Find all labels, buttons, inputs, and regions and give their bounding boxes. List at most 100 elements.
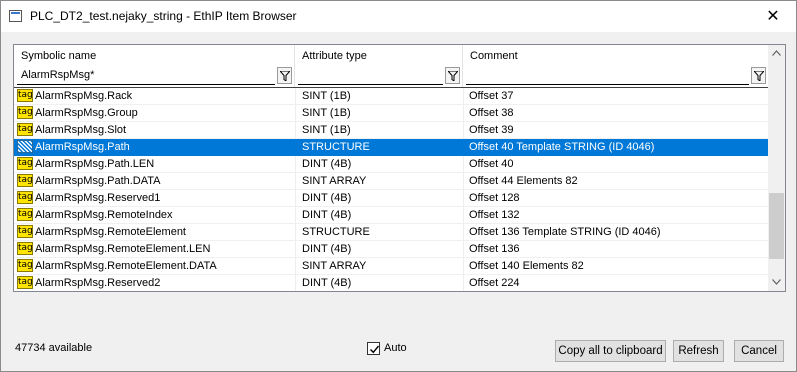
grid-header: Symbolic name AlarmRspMsg* Attribute typ… [14,45,768,88]
tag-icon: tag [17,89,33,102]
checkmark-icon [370,345,380,354]
cell-comment: Offset 128 [469,192,520,204]
close-button[interactable]: ✕ [750,1,796,32]
column-header-symbolic-name[interactable]: Symbolic name AlarmRspMsg* [14,45,295,87]
tag-name: AlarmRspMsg.Reserved2 [35,277,161,289]
table-row[interactable]: tag AlarmRspMsg.Slot SINT (1B) Offset 39 [14,122,768,139]
cell-attribute-type: DINT (4B) [302,243,352,255]
cell-attribute-type: STRUCTURE [302,141,370,153]
refresh-button[interactable]: Refresh [673,340,724,362]
tag-icon: tag [17,174,33,187]
tag-name: AlarmRspMsg.Path [35,141,130,153]
window-icon [9,10,22,22]
scroll-up-button[interactable] [768,45,785,62]
filter-funnel-icon [448,71,458,81]
cell-comment: Offset 224 [469,277,520,289]
table-row[interactable]: tag AlarmRspMsg.RemoteElement.DATA SINT AR… [14,258,768,275]
tag-icon: tag [17,191,33,204]
vertical-scrollbar[interactable] [768,45,785,291]
cell-attribute-type: SINT (1B) [302,107,351,119]
table-row[interactable]: tag AlarmRspMsg.Reserved2 DINT (4B) Offset … [14,275,768,291]
cell-symbolic-name: AlarmRspMsg.Path [17,139,297,156]
cell-attribute-type: SINT (1B) [302,90,351,102]
available-count: 47734 available [15,342,93,354]
cell-symbolic-name: tag AlarmRspMsg.Reserved1 [17,190,297,207]
filter-underline [17,84,275,85]
tag-name: AlarmRspMsg.RemoteElement.LEN [35,243,211,255]
cell-symbolic-name: tag AlarmRspMsg.Rack [17,88,297,105]
table-row[interactable]: tag AlarmRspMsg.RemoteElement.LEN DINT (4B… [14,241,768,258]
table-row[interactable]: tag AlarmRspMsg.Reserved1 DINT (4B) Offset … [14,190,768,207]
cell-attribute-type: STRUCTURE [302,226,370,238]
items-grid: Symbolic name AlarmRspMsg* Attribute typ… [13,44,786,292]
filter-underline [298,84,443,85]
tag-name: AlarmRspMsg.Reserved1 [35,192,161,204]
cell-symbolic-name: tag AlarmRspMsg.Slot [17,122,297,139]
tag-name: AlarmRspMsg.RemoteIndex [35,209,173,221]
title-bar[interactable]: PLC_DT2_test.nejaky_string - EthIP Item … [1,1,796,32]
tag-name: AlarmRspMsg.Group [35,107,138,119]
copy-all-button[interactable]: Copy all to clipboard [555,340,666,362]
tag-icon: tag [17,225,33,238]
cancel-button[interactable]: Cancel [734,340,784,362]
tag-icon: tag [17,276,33,289]
comment-filter-button[interactable] [751,67,766,84]
tag-icon: tag [17,123,33,136]
scroll-down-button[interactable] [768,274,785,291]
tag-name: AlarmRspMsg.Path.LEN [35,158,155,170]
column-label-symbolic-name: Symbolic name [21,50,97,62]
cell-comment: Offset 136 Template STRING (ID 4046) [469,226,661,238]
cell-attribute-type: DINT (4B) [302,209,352,221]
table-row[interactable]: tag AlarmRspMsg.RemoteElement STRUCTURE Off… [14,224,768,241]
cell-attribute-type: DINT (4B) [302,158,352,170]
cell-symbolic-name: tag AlarmRspMsg.RemoteElement.LEN [17,241,297,258]
symbolic-name-filter-button[interactable] [277,67,292,84]
scrollbar-thumb[interactable] [769,193,784,259]
auto-label: Auto [384,342,407,354]
structure-icon [17,140,33,153]
filter-funnel-icon [280,71,290,81]
table-row[interactable]: tag AlarmRspMsg.Path.LEN DINT (4B) Offset 4… [14,156,768,173]
tag-name: AlarmRspMsg.RemoteElement [35,226,186,238]
cell-symbolic-name: tag AlarmRspMsg.RemoteIndex [17,207,297,224]
tag-icon: tag [17,106,33,119]
cell-comment: Offset 37 [469,90,514,102]
table-row[interactable]: tag AlarmRspMsg.Path.DATA SINT ARRAY Offset… [14,173,768,190]
window-title: PLC_DT2_test.nejaky_string - EthIP Item … [30,9,297,23]
cell-comment: Offset 40 Template STRING (ID 4046) [469,141,655,153]
cell-comment: Offset 40 [469,158,514,170]
column-label-attribute-type: Attribute type [302,50,367,62]
tag-name: AlarmRspMsg.Rack [35,90,133,102]
tag-icon: tag [17,259,33,272]
cell-comment: Offset 38 [469,107,514,119]
cell-symbolic-name: tag AlarmRspMsg.Path.DATA [17,173,297,190]
cell-attribute-type: SINT ARRAY [302,260,367,272]
table-row[interactable]: tag AlarmRspMsg.Group SINT (1B) Offset 38 [14,105,768,122]
table-row[interactable]: AlarmRspMsg.Path STRUCTURE Offset 40 Templ… [14,139,768,156]
symbolic-name-filter-input[interactable]: AlarmRspMsg* [21,69,94,81]
cell-comment: Offset 136 [469,243,520,255]
tag-icon: tag [17,242,33,255]
cell-comment: Offset 39 [469,124,514,136]
cell-symbolic-name: tag AlarmRspMsg.Reserved2 [17,275,297,291]
tag-name: AlarmRspMsg.Path.DATA [35,175,161,187]
tag-name: AlarmRspMsg.Slot [35,124,127,136]
cell-comment: Offset 140 Elements 82 [469,260,584,272]
cell-attribute-type: SINT (1B) [302,124,351,136]
auto-checkbox[interactable] [367,342,380,355]
cell-attribute-type: DINT (4B) [302,277,352,289]
cell-symbolic-name: tag AlarmRspMsg.RemoteElement [17,224,297,241]
filter-underline [466,84,749,85]
tag-icon: tag [17,157,33,170]
chevron-down-icon [772,279,781,285]
cell-comment: Offset 132 [469,209,520,221]
cell-comment: Offset 44 Elements 82 [469,175,578,187]
table-row[interactable]: tag AlarmRspMsg.RemoteIndex DINT (4B) Offse… [14,207,768,224]
attribute-type-filter-button[interactable] [445,67,460,84]
table-row[interactable]: tag AlarmRspMsg.Rack SINT (1B) Offset 37 [14,88,768,105]
tag-icon: tag [17,208,33,221]
cell-attribute-type: SINT ARRAY [302,175,367,187]
column-header-attribute-type[interactable]: Attribute type [295,45,463,87]
cell-symbolic-name: tag AlarmRspMsg.Group [17,105,297,122]
column-header-comment[interactable]: Comment [463,45,768,87]
